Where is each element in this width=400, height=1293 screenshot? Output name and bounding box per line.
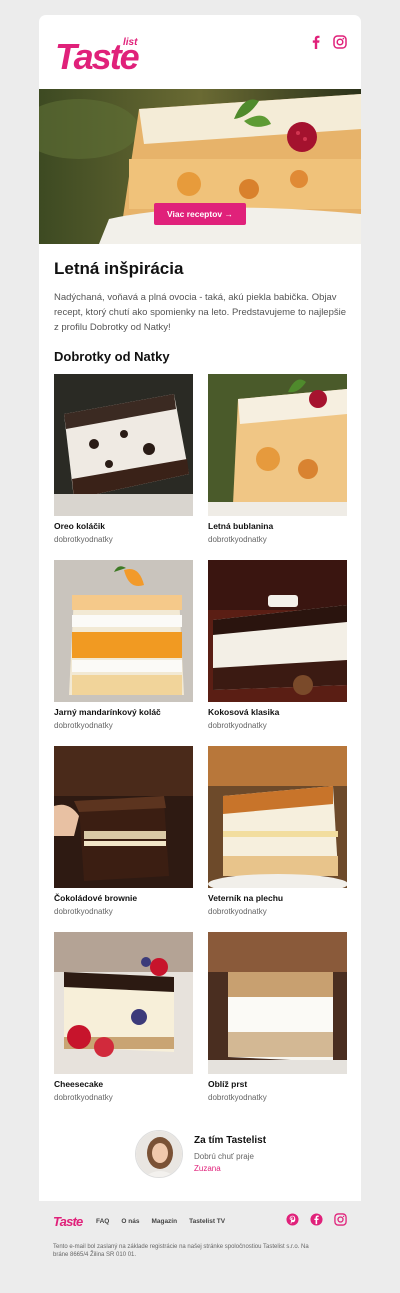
recipe-author: dobrotkyodnatky xyxy=(208,535,267,544)
recipe-photo-cheesecake xyxy=(54,932,193,1074)
recipe-author: dobrotkyodnatky xyxy=(54,1093,113,1102)
recipe-name: Oblíž prst xyxy=(208,1079,248,1089)
recipe-photo-obliz-prst xyxy=(208,932,347,1074)
pinterest-icon[interactable] xyxy=(286,1213,299,1226)
intro-text: Nadýchaná, voňavá a plná ovocia - taká, … xyxy=(54,292,347,333)
recipe-author: dobrotkyodnatky xyxy=(208,1093,267,1102)
recipe-card[interactable]: Kokosová klasika dobrotkyodnatky xyxy=(208,560,347,746)
recipe-photo-oreo xyxy=(54,374,193,516)
recipe-author: dobrotkyodnatky xyxy=(208,907,267,916)
instagram-icon[interactable] xyxy=(334,1213,347,1226)
svg-text:Taste: Taste xyxy=(53,1214,83,1228)
recipe-author: dobrotkyodnatky xyxy=(54,535,113,544)
social-links-bottom xyxy=(286,1213,347,1226)
recipe-card[interactable]: Cheesecake dobrotkyodnatky xyxy=(54,932,193,1118)
section-title: Dobrotky od Natky xyxy=(54,349,170,364)
recipe-name: Oreo koláčik xyxy=(54,521,106,531)
recipe-name: Čokoládové brownie xyxy=(54,893,138,903)
recipe-photo-mandarinkovy xyxy=(54,560,193,702)
tastelist-logo-footer[interactable]: Taste xyxy=(53,1213,87,1228)
footer-links: FAQ O nás Magazín Tastelist TV xyxy=(96,1218,225,1225)
recipe-photo-bublanina xyxy=(208,374,347,516)
recipe-card[interactable]: Čokoládové brownie dobrotkyodnatky xyxy=(54,746,193,932)
footer-note: Tento e-mail bol zaslaný na základe regi… xyxy=(53,1244,309,1258)
svg-text:list: list xyxy=(123,37,138,48)
facebook-icon[interactable] xyxy=(310,1213,323,1226)
recipe-card[interactable]: Jarný mandarínkový koláč dobrotkyodnatky xyxy=(54,560,193,746)
footer-link-faq[interactable]: FAQ xyxy=(96,1218,109,1225)
recipe-card[interactable]: Oreo koláčik dobrotkyodnatky xyxy=(54,374,193,560)
footer-link-magazine[interactable]: Magazín xyxy=(151,1218,177,1225)
signature-subtitle: Dobrú chuť praje xyxy=(194,1152,254,1161)
email-footer: Taste FAQ O nás Magazín Tastelist TV Ten… xyxy=(39,1201,361,1293)
signature-title: Za tím Tastelist xyxy=(194,1135,267,1146)
recipe-name: Letná bublanina xyxy=(208,521,274,531)
recipe-name: Kokosová klasika xyxy=(208,707,280,717)
email-header: Taste list xyxy=(39,15,361,89)
recipe-card[interactable]: Veterník na plechu dobrotkyodnatky xyxy=(208,746,347,932)
signature-block: Za tím Tastelist Dobrú chuť praje Zuzana xyxy=(135,1130,335,1180)
footer-link-tv[interactable]: Tastelist TV xyxy=(189,1218,225,1225)
recipe-card[interactable]: Oblíž prst dobrotkyodnatky xyxy=(208,932,347,1118)
recipe-author: dobrotkyodnatky xyxy=(54,907,113,916)
recipe-name: Cheesecake xyxy=(54,1079,104,1089)
recipe-photo-veternik xyxy=(208,746,347,888)
avatar xyxy=(135,1130,183,1178)
recipe-author: dobrotkyodnatky xyxy=(54,721,113,730)
recipe-photo-brownie xyxy=(54,746,193,888)
hero-image: Viac receptov → xyxy=(39,89,361,244)
more-recipes-button[interactable]: Viac receptov → xyxy=(154,203,246,225)
instagram-icon[interactable] xyxy=(333,35,347,49)
signature-name: Zuzana xyxy=(194,1164,221,1173)
recipe-photo-kokosova xyxy=(208,560,347,702)
recipe-author: dobrotkyodnatky xyxy=(208,721,267,730)
social-links-top xyxy=(309,35,347,49)
recipe-name: Jarný mandarínkový koláč xyxy=(54,707,161,717)
tastelist-logo[interactable]: Taste list xyxy=(53,33,163,77)
facebook-icon[interactable] xyxy=(309,35,323,49)
recipe-card[interactable]: Letná bublanina dobrotkyodnatky xyxy=(208,374,347,560)
email-card: Taste list Viac receptov → Letná inšpirá… xyxy=(39,15,361,1201)
footer-link-about[interactable]: O nás xyxy=(121,1218,139,1225)
recipe-name: Veterník na plechu xyxy=(208,893,284,903)
intro-title: Letná inšpirácia xyxy=(54,259,184,278)
